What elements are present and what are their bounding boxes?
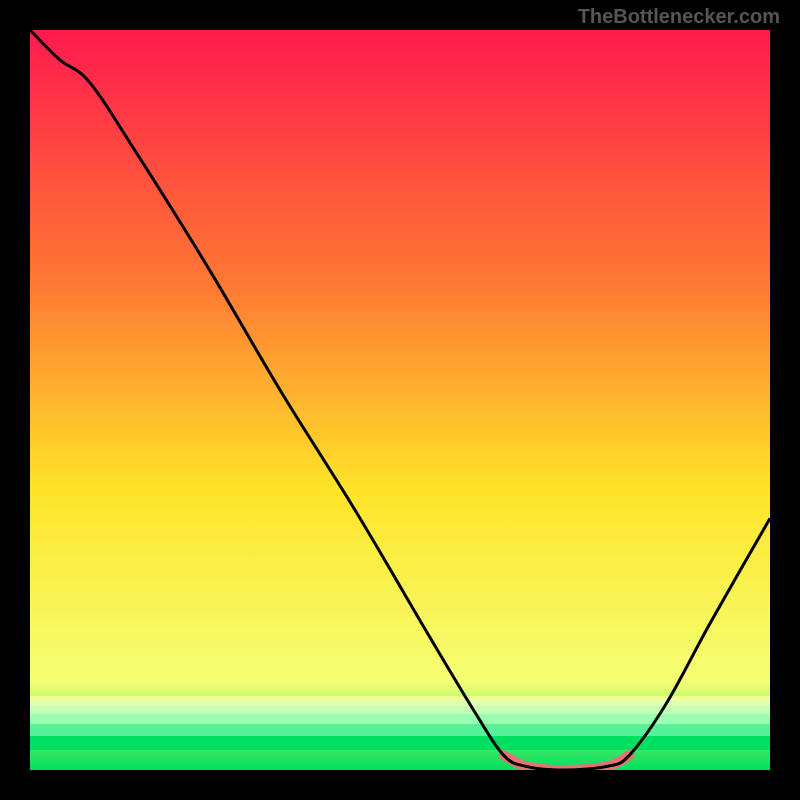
- gradient-bg: [30, 30, 770, 770]
- chart-svg: [30, 30, 770, 770]
- bottom-stripe-bands: [30, 696, 770, 750]
- watermark-text: TheBottlenecker.com: [578, 6, 780, 29]
- plot-area: [30, 30, 770, 770]
- chart-container: TheBottlenecker.com: [0, 0, 800, 800]
